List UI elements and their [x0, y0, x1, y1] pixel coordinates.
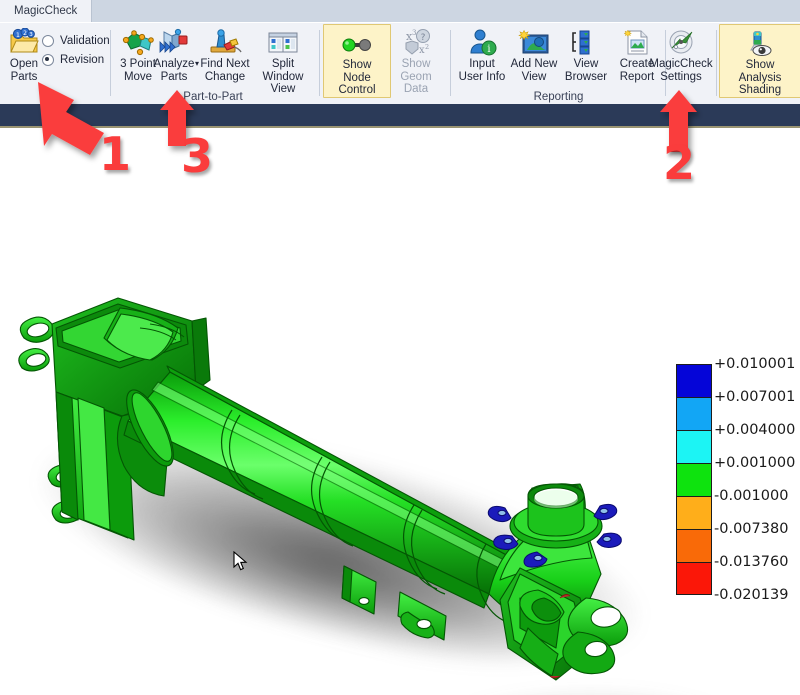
legend-band-1 [676, 397, 712, 430]
svg-text:3: 3 [412, 29, 416, 37]
show-node-control-button[interactable]: Show Node Control [323, 24, 391, 98]
find-next-change-label: Find Next Change [200, 58, 250, 83]
magiccheck-settings-icon [665, 26, 697, 56]
annotation-number-2: 2 [663, 136, 696, 190]
ribbon-tabstrip: MagicCheck [0, 0, 800, 22]
radio-validation[interactable]: Validation [42, 31, 110, 50]
svg-text:?: ? [421, 33, 426, 43]
mouse-cursor [233, 551, 248, 571]
show-analysis-shading-button[interactable]: Show Analysis Shading [719, 24, 800, 98]
magiccheck-settings-button[interactable]: MagicCheck Settings [648, 26, 714, 83]
show-analysis-shading-label: Show Analysis Shading [738, 59, 782, 96]
open-folder-icon: 1 2 3 [9, 26, 39, 56]
split-window-view-button[interactable]: Split Window View [250, 26, 316, 96]
legend-label-2: +0.004000 [714, 422, 796, 438]
add-new-view-icon [518, 26, 550, 56]
analysis-shading-icon [743, 27, 777, 57]
open-parts-label: Open Parts [9, 58, 39, 83]
legend-band-2 [676, 430, 712, 463]
legend-label-6: -0.013760 [714, 554, 789, 570]
view-browser-icon [570, 26, 602, 56]
group-label-reporting: Reporting [533, 91, 584, 103]
3d-viewport[interactable]: +0.010001 +0.007001 +0.004000 +0.001000 … [0, 128, 800, 695]
legend-band-4 [676, 496, 712, 529]
group-label-part-to-part: Part-to-Part [183, 91, 243, 103]
split-window-icon [266, 26, 300, 56]
group-separator-5 [716, 30, 717, 96]
legend-band-6 [676, 562, 712, 595]
view-browser-label: View Browser [564, 58, 608, 83]
radio-revision-dot [42, 53, 54, 66]
svg-text:i: i [487, 44, 490, 55]
add-new-view-button[interactable]: Add New View [508, 26, 560, 83]
radio-revision-label: Revision [60, 53, 105, 66]
legend-band-0 [676, 364, 712, 397]
navy-divider-bar [0, 104, 800, 126]
legend-color-bands [676, 364, 712, 595]
tab-magiccheck-label: MagicCheck [14, 5, 78, 17]
node-control-icon [340, 27, 374, 57]
svg-text:1: 1 [16, 31, 20, 39]
add-new-view-label: Add New View [510, 58, 558, 83]
input-user-info-label: Input User Info [458, 58, 506, 83]
find-next-change-icon [208, 26, 242, 56]
clipped-right-button[interactable]: L [793, 69, 800, 82]
ribbon: 1 2 3 Open Parts Validation Revision 3 P… [0, 22, 800, 105]
tab-magiccheck[interactable]: MagicCheck [0, 0, 93, 22]
annotation-number-1: 1 [99, 127, 132, 181]
radio-validation-dot [42, 34, 54, 47]
legend-band-3 [676, 463, 712, 496]
legend-label-0: +0.010001 [714, 356, 796, 372]
group-separator-1 [110, 30, 111, 96]
split-window-view-label: Split Window View [262, 58, 304, 95]
legend-label-5: -0.007380 [714, 521, 789, 537]
view-browser-button[interactable]: View Browser [558, 26, 614, 83]
legend-label-7: -0.020139 [714, 587, 789, 603]
legend-label-1: +0.007001 [714, 389, 796, 405]
show-geom-data-label: Show Geom Data [400, 58, 432, 95]
analyze-parts-label: Analyze Parts [153, 58, 195, 83]
show-node-control-label: Show Node Control [338, 59, 376, 96]
analyze-parts-icon [158, 26, 190, 56]
open-parts-button[interactable]: 1 2 3 Open Parts [2, 26, 46, 83]
input-user-info-button[interactable]: i Input User Info [455, 26, 509, 83]
legend-band-5 [676, 529, 712, 562]
legend-label-3: +0.001000 [714, 455, 796, 471]
analyze-parts-button[interactable]: Analyze Parts ▾ [148, 26, 200, 83]
svg-text:2: 2 [425, 43, 429, 51]
annotation-number-3: 3 [181, 129, 214, 183]
radio-revision[interactable]: Revision [42, 50, 110, 69]
svg-text:3: 3 [29, 32, 33, 38]
geom-data-icon: x 3 ? x 2 [399, 26, 433, 56]
magiccheck-settings-label: MagicCheck Settings [649, 58, 713, 83]
mode-radio-group: Validation Revision [42, 31, 110, 69]
magiccheck-window: MagicCheck 1 2 3 Open Parts Validation R… [0, 0, 800, 695]
group-separator-2 [319, 30, 320, 96]
legend-label-4: -0.001000 [714, 488, 789, 504]
group-separator-3 [450, 30, 451, 96]
find-next-change-button[interactable]: Find Next Change [196, 26, 254, 83]
svg-text:2: 2 [23, 30, 27, 37]
radio-validation-label: Validation [60, 34, 110, 47]
user-info-icon: i [466, 26, 498, 56]
show-geom-data-button[interactable]: x 3 ? x 2 Show Geom Data [386, 26, 446, 96]
